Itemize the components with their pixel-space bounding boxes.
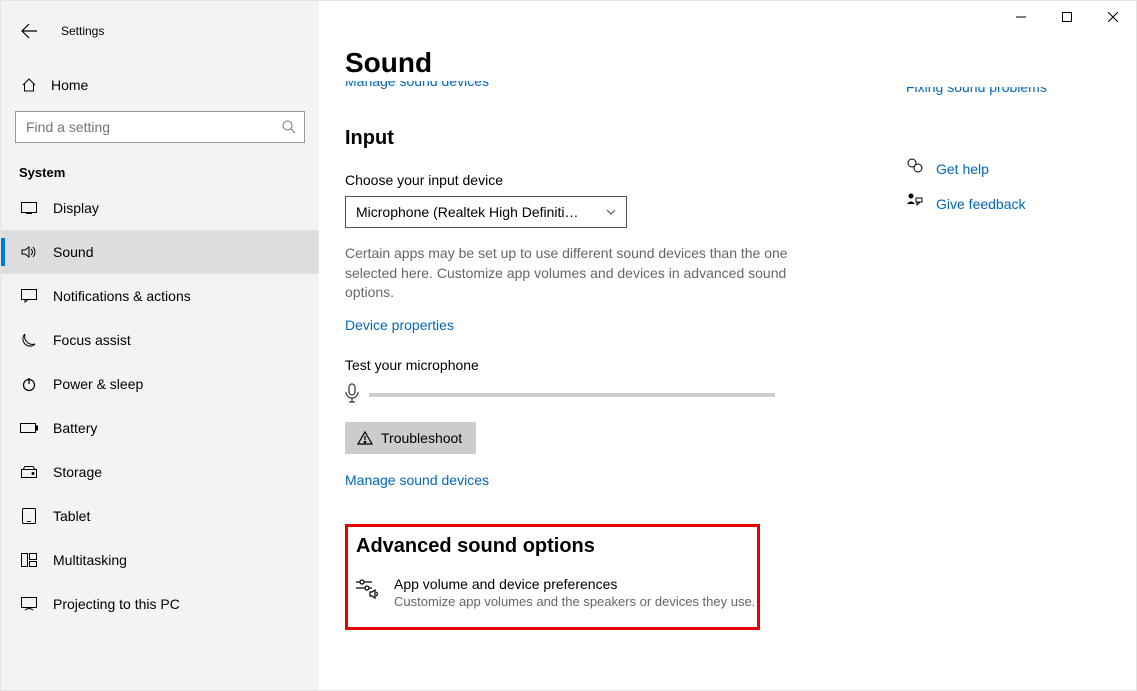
power-icon (19, 376, 39, 392)
sidebar-item-power-sleep[interactable]: Power & sleep (1, 362, 319, 406)
app-volume-desc: Customize app volumes and the speakers o… (394, 594, 755, 609)
device-properties-link[interactable]: Device properties (345, 317, 454, 333)
content-area: Fixing sound problems Get help Give feed… (319, 1, 1136, 690)
advanced-sound-heading: Advanced sound options (356, 535, 757, 558)
sidebar-item-label: Power & sleep (53, 376, 143, 392)
focus-assist-icon (19, 332, 39, 348)
manage-sound-devices-link[interactable]: Manage sound devices (345, 472, 489, 488)
advanced-sound-highlight: Advanced sound options App volume and de… (345, 524, 760, 630)
sidebar-nav: Display Sound Notifications & actions Fo… (1, 186, 319, 626)
right-panel: Fixing sound problems Get help Give feed… (906, 87, 1106, 215)
display-icon (19, 202, 39, 214)
get-help-link[interactable]: Get help (936, 161, 989, 177)
fixing-sound-link[interactable]: Fixing sound problems (906, 87, 1106, 96)
search-input[interactable] (15, 111, 305, 143)
sidebar-item-label: Projecting to this PC (53, 596, 180, 612)
sidebar-item-projecting[interactable]: Projecting to this PC (1, 582, 319, 626)
input-description: Certain apps may be set up to use differ… (345, 244, 805, 303)
microphone-icon (345, 383, 359, 408)
sidebar-item-focus-assist[interactable]: Focus assist (1, 318, 319, 362)
sidebar-item-label: Storage (53, 464, 102, 480)
back-button[interactable] (11, 13, 47, 49)
home-icon (19, 77, 39, 93)
storage-icon (19, 466, 39, 478)
sidebar-item-label: Focus assist (53, 332, 131, 348)
multitasking-icon (19, 553, 39, 567)
troubleshoot-label: Troubleshoot (381, 430, 462, 446)
sidebar-item-label: Sound (53, 244, 93, 260)
tablet-icon (19, 508, 39, 524)
app-volume-preferences[interactable]: App volume and device preferences Custom… (356, 576, 757, 609)
sidebar-item-storage[interactable]: Storage (1, 450, 319, 494)
feedback-icon (906, 192, 924, 215)
selected-device-text: Microphone (Realtek High Definitio… (356, 204, 586, 220)
app-volume-title: App volume and device preferences (394, 576, 755, 592)
sidebar-item-label: Notifications & actions (53, 288, 191, 304)
sidebar-item-label: Multitasking (53, 552, 127, 568)
sidebar-item-label: Tablet (53, 508, 90, 524)
maximize-button[interactable] (1044, 1, 1090, 33)
sidebar-item-label: Battery (53, 420, 97, 436)
home-label: Home (51, 77, 88, 93)
minimize-button[interactable] (998, 1, 1044, 33)
sidebar-home[interactable]: Home (1, 67, 319, 103)
mic-test-row (345, 383, 775, 408)
window-controls (998, 1, 1136, 33)
warning-icon (357, 430, 373, 446)
app-title: Settings (61, 24, 104, 38)
help-icon (906, 157, 924, 180)
sidebar-item-sound[interactable]: Sound (1, 230, 319, 274)
sidebar-item-display[interactable]: Display (1, 186, 319, 230)
troubleshoot-button[interactable]: Troubleshoot (345, 422, 476, 454)
battery-icon (19, 423, 39, 433)
chevron-down-icon (606, 207, 616, 217)
mic-level-bar (369, 393, 775, 397)
sidebar-item-notifications[interactable]: Notifications & actions (1, 274, 319, 318)
sidebar: Settings Home System Display Sound (1, 1, 319, 690)
projecting-icon (19, 597, 39, 611)
sound-icon (19, 245, 39, 259)
page-title: Sound (345, 47, 1129, 79)
sidebar-item-label: Display (53, 200, 99, 216)
app-volume-icon (356, 578, 380, 609)
sidebar-item-tablet[interactable]: Tablet (1, 494, 319, 538)
sidebar-item-battery[interactable]: Battery (1, 406, 319, 450)
close-button[interactable] (1090, 1, 1136, 33)
sidebar-item-multitasking[interactable]: Multitasking (1, 538, 319, 582)
give-feedback-link[interactable]: Give feedback (936, 196, 1026, 212)
sidebar-section-label: System (19, 165, 319, 180)
test-mic-label: Test your microphone (345, 357, 1129, 373)
notifications-icon (19, 289, 39, 303)
input-device-select[interactable]: Microphone (Realtek High Definitio… (345, 196, 627, 228)
